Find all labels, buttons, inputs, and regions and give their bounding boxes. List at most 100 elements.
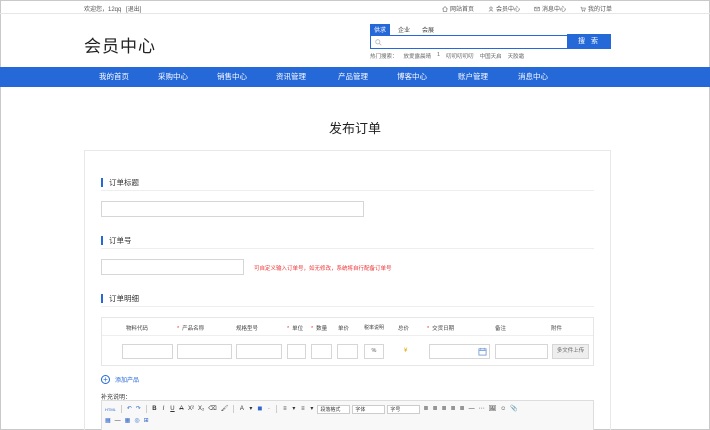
- toolbar-separator: [120, 405, 122, 413]
- section-label: 订单号: [109, 236, 132, 245]
- nav-item-home[interactable]: 我的首页: [89, 67, 139, 87]
- order-number-input[interactable]: [101, 259, 244, 275]
- hot-search-term[interactable]: 叨叨叨叨叨: [446, 52, 474, 60]
- hot-search-term[interactable]: 天胶霜: [508, 52, 525, 60]
- add-product-button[interactable]: + 添加产品: [101, 375, 139, 384]
- preview-icon[interactable]: ◎: [133, 417, 140, 426]
- search-tab-expo[interactable]: 会展: [418, 24, 438, 35]
- delivery-date-field[interactable]: [429, 344, 490, 359]
- horizontal-line-icon[interactable]: —: [114, 417, 122, 426]
- nav-item-messages[interactable]: 消息中心: [508, 67, 558, 87]
- home-link[interactable]: 网站首页: [441, 4, 474, 13]
- logout-link[interactable]: [退出]: [126, 7, 141, 13]
- toolbar-separator: [276, 405, 278, 413]
- hot-search-term[interactable]: 1: [437, 52, 440, 60]
- nav-item-products[interactable]: 产品管理: [328, 67, 378, 87]
- welcome-user: 欢迎您，12qq: [84, 7, 122, 13]
- align-right-icon[interactable]: ≣: [450, 405, 457, 414]
- background-color-icon[interactable]: ◼: [256, 405, 263, 414]
- col-quantity: * 数量: [311, 326, 328, 332]
- source-html-button[interactable]: HTML: [104, 405, 117, 414]
- member-center-link[interactable]: 会员中心: [488, 4, 520, 13]
- image-icon[interactable]: 🖼: [488, 405, 498, 414]
- unit-field[interactable]: [287, 344, 306, 359]
- list-icon[interactable]: ∙: [265, 405, 272, 414]
- rich-text-editor: HTML ↶ ↷ B I U A X² X₂ ⌫ 🖌 A ▾ ◼ ∙ ≡ ▾ ≡…: [101, 400, 594, 430]
- subscript-button[interactable]: X₂: [197, 405, 205, 414]
- search-input[interactable]: [370, 35, 568, 49]
- font-color-button[interactable]: A: [238, 405, 245, 414]
- bold-button[interactable]: B: [151, 405, 158, 414]
- home-icon: [441, 5, 448, 12]
- user-icon: [488, 6, 494, 12]
- table-icon[interactable]: ▦: [104, 417, 112, 426]
- calendar-icon[interactable]: [478, 347, 487, 356]
- grid-icon[interactable]: ▦: [124, 417, 132, 426]
- attachment-icon[interactable]: 📎: [509, 405, 518, 414]
- horizontal-rule-icon[interactable]: —: [468, 405, 476, 414]
- site-logo[interactable]: 会员中心: [84, 32, 156, 57]
- editor-toolbar-row-1: HTML ↶ ↷ B I U A X² X₂ ⌫ 🖌 A ▾ ◼ ∙ ≡ ▾ ≡…: [104, 404, 519, 414]
- paragraph-format-select[interactable]: 段落格式: [317, 404, 351, 414]
- search-icon: [375, 39, 382, 46]
- fullscreen-icon[interactable]: ⊞: [143, 417, 150, 426]
- order-number-hint: 可自定义输入订单号，如无修改，系统将自行配备订单号: [254, 266, 392, 272]
- home-link-label: 网站首页: [449, 7, 474, 13]
- undo-icon[interactable]: ↶: [126, 405, 133, 414]
- nav-item-purchase[interactable]: 采购中心: [148, 67, 198, 87]
- remarks-field[interactable]: [495, 344, 548, 359]
- order-detail-table: 物料代码 * 产品名称 规格型号 * 单位 * 数量 单价 税率说明 总价 * 交货日期…: [101, 317, 594, 366]
- format-brush-icon[interactable]: 🖌: [220, 405, 230, 414]
- chevron-down-icon[interactable]: ▾: [290, 405, 297, 414]
- editor-toolbar-row-2: ▦ — ▦ ◎ ⊞: [104, 416, 150, 426]
- welcome-text: 欢迎您，12qq [退出]: [84, 4, 144, 13]
- nav-item-account[interactable]: 账户管理: [448, 67, 498, 87]
- toolbar-separator: [233, 405, 235, 413]
- spec-model-field[interactable]: [236, 344, 282, 359]
- font-family-select[interactable]: 字体: [352, 404, 386, 414]
- nav-item-blog[interactable]: 博客中心: [387, 67, 437, 87]
- search-button[interactable]: 搜 索: [567, 34, 611, 49]
- unit-price-field[interactable]: [337, 344, 358, 359]
- redo-icon[interactable]: ↷: [135, 405, 142, 414]
- page-break-icon[interactable]: ⋯: [478, 405, 486, 414]
- quantity-field[interactable]: [311, 344, 332, 359]
- nav-item-sales[interactable]: 销售中心: [207, 67, 257, 87]
- hot-search-term[interactable]: 中国天启: [480, 52, 502, 60]
- underline-button[interactable]: U: [169, 405, 176, 414]
- align-center-icon[interactable]: ≣: [440, 405, 447, 414]
- nav-item-news[interactable]: 资讯管理: [266, 67, 316, 87]
- section-order-number: 订单号: [101, 235, 132, 246]
- text-direction-icon[interactable]: ≣: [422, 405, 429, 414]
- message-center-link[interactable]: 消息中心: [534, 4, 566, 13]
- hot-search-term[interactable]: 放爱露晨晴: [404, 52, 432, 60]
- tax-rate-field[interactable]: %: [364, 344, 384, 359]
- section-marker: [101, 178, 103, 187]
- font-size-select[interactable]: 字号: [387, 404, 421, 414]
- strikethrough-button[interactable]: A: [178, 405, 185, 414]
- order-title-input[interactable]: [101, 201, 364, 217]
- chevron-down-icon[interactable]: ▾: [247, 405, 254, 414]
- align-left-icon[interactable]: ≣: [431, 405, 438, 414]
- col-remarks: 备注: [495, 326, 507, 332]
- superscript-button[interactable]: X²: [187, 405, 195, 414]
- align-justify-icon[interactable]: ≣: [459, 405, 466, 414]
- product-name-field[interactable]: [177, 344, 232, 359]
- emoji-icon[interactable]: ☺: [499, 405, 507, 414]
- eraser-icon[interactable]: ⌫: [207, 405, 217, 414]
- paragraph-spacing-icon[interactable]: ≡: [299, 405, 306, 414]
- italic-button[interactable]: I: [160, 405, 167, 414]
- col-tax-rate: 税率说明: [364, 325, 385, 331]
- cart-icon: [580, 6, 586, 12]
- col-unit: * 单位: [287, 326, 304, 332]
- col-attachment: 附件: [551, 326, 563, 332]
- section-label: 订单标题: [109, 178, 139, 187]
- chevron-down-icon[interactable]: ▾: [308, 405, 315, 414]
- line-height-icon[interactable]: ≡: [281, 405, 288, 414]
- search-tab-company[interactable]: 企业: [394, 24, 414, 35]
- add-product-label: 添加产品: [115, 378, 140, 384]
- material-code-field[interactable]: [122, 344, 173, 359]
- my-orders-link[interactable]: 我的订单: [580, 4, 612, 13]
- multi-file-upload-button[interactable]: 多文件上传: [552, 344, 589, 359]
- search-tab-supply[interactable]: 供求: [370, 24, 391, 35]
